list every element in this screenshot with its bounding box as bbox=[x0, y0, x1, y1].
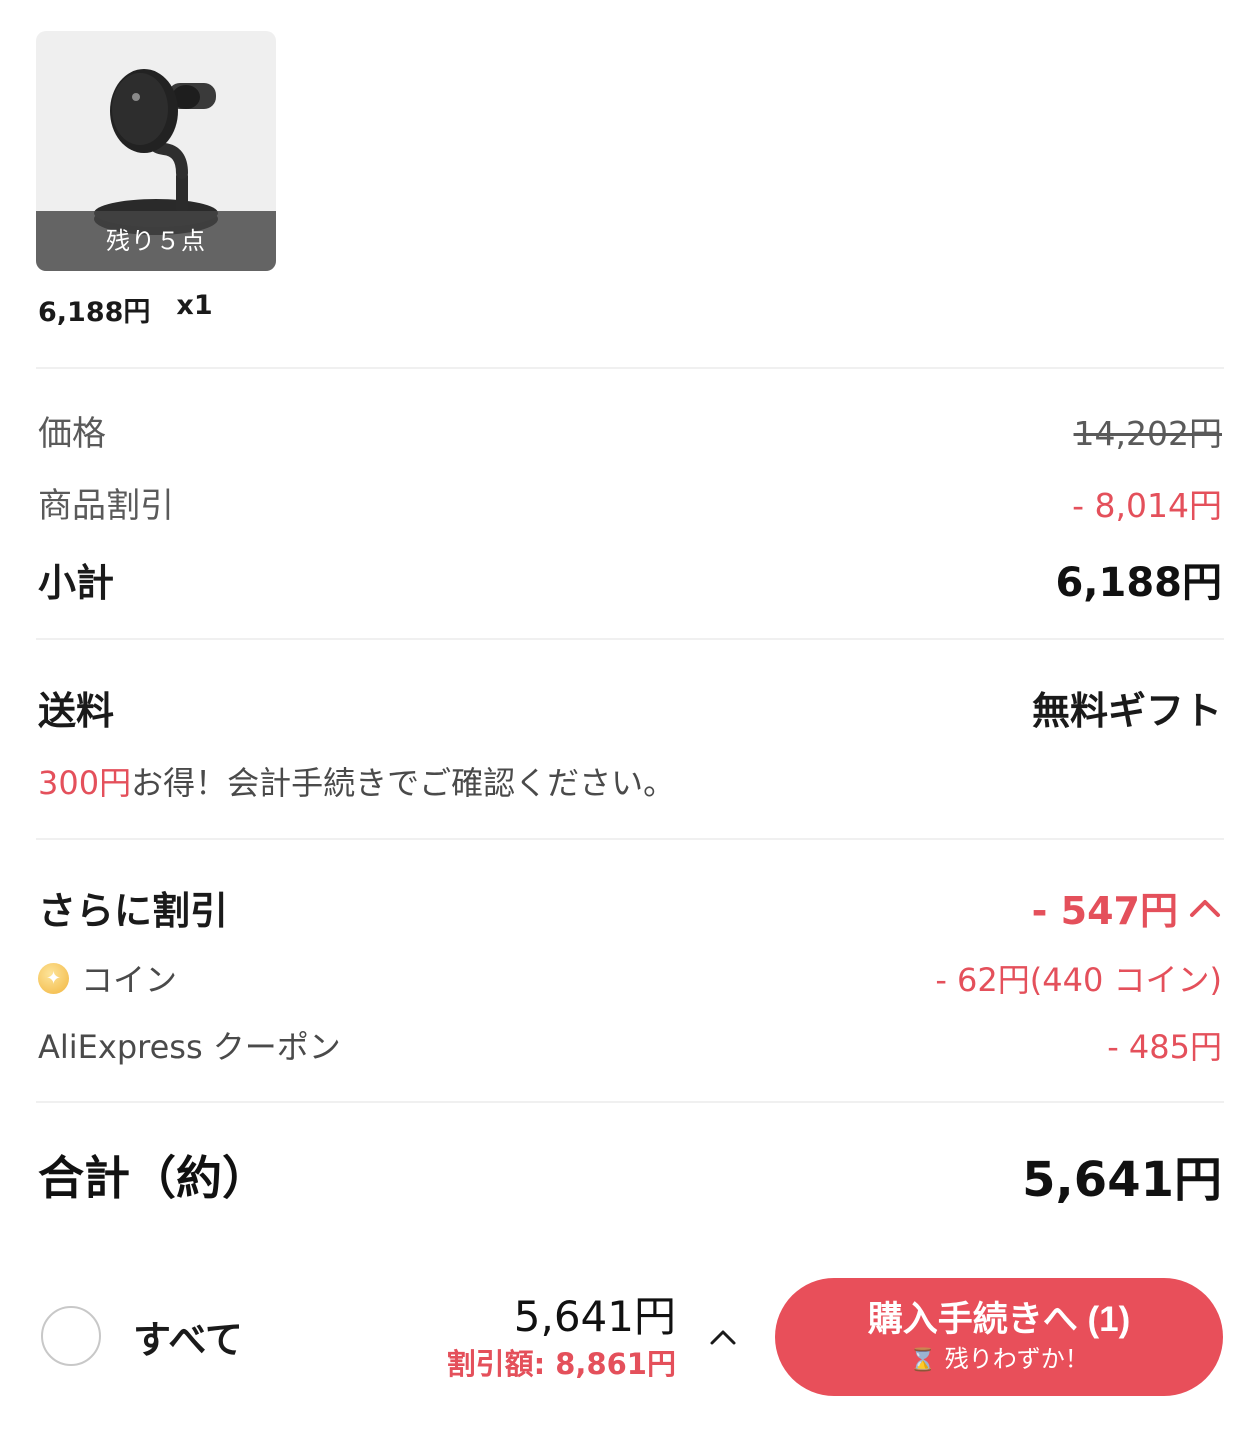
extra-discount-row[interactable]: さらに割引 - 547円 bbox=[38, 880, 1222, 935]
extra-discount-value: - 547円 bbox=[1031, 889, 1178, 933]
product-discount-value: - 8,014円 bbox=[1072, 485, 1222, 525]
hourglass-icon: ⌛ bbox=[909, 1347, 937, 1372]
coupon-row: AliExpress クーポン - 485円 bbox=[38, 1022, 1222, 1068]
product-price-line: 6,188円 x1 bbox=[38, 290, 213, 329]
product-discount-row: 商品割引 - 8,014円 bbox=[38, 478, 1222, 527]
shipping-note-text: お得！会計手続きでご確認ください。 bbox=[131, 764, 676, 802]
bottom-saved-amount: 割引額: 8,861円 bbox=[446, 1347, 676, 1381]
price-label: 価格 bbox=[38, 414, 106, 454]
checkout-button-sub: ⌛ 残りわずか！ bbox=[909, 1343, 1088, 1377]
shipping-note-amount: 300円 bbox=[38, 764, 132, 802]
total-row: 合計（約） 5,641円 bbox=[38, 1140, 1222, 1210]
coupon-label: AliExpress クーポン bbox=[38, 1028, 341, 1066]
coupon-value: - 485円 bbox=[1107, 1028, 1222, 1066]
expand-summary-button[interactable] bbox=[708, 1320, 738, 1355]
divider bbox=[36, 1101, 1224, 1103]
divider bbox=[36, 838, 1224, 840]
coin-label: コイン bbox=[81, 961, 178, 999]
divider bbox=[36, 367, 1224, 369]
select-all[interactable]: すべて bbox=[41, 1306, 243, 1366]
checkout-button-sublabel: 残りわずか！ bbox=[944, 1346, 1089, 1373]
original-price: 14,202円 bbox=[1073, 413, 1222, 453]
extra-discount-label: さらに割引 bbox=[38, 889, 229, 933]
coin-icon: ✦ bbox=[38, 962, 69, 994]
stock-remaining-badge: 残り５点 bbox=[36, 211, 276, 271]
extra-discount-toggle[interactable]: - 547円 bbox=[1032, 880, 1222, 935]
subtotal-value: 6,188円 bbox=[1055, 560, 1222, 606]
total-label: 合計（約） bbox=[38, 1151, 268, 1205]
select-all-radio[interactable] bbox=[41, 1306, 101, 1366]
divider bbox=[36, 638, 1224, 640]
checkout-button[interactable]: 購入手続きへ (1) ⌛ 残りわずか！ bbox=[775, 1278, 1223, 1396]
subtotal-row: 小計 6,188円 bbox=[38, 550, 1222, 608]
coin-row: ✦ コイン - 62円(440 コイン) bbox=[38, 955, 1222, 1001]
subtotal-label: 小計 bbox=[38, 560, 115, 605]
coin-label-group: ✦ コイン bbox=[38, 955, 177, 1001]
total-value: 5,641円 bbox=[1022, 1152, 1222, 1208]
product-quantity: x1 bbox=[176, 290, 213, 321]
checkout-button-label: 購入手続きへ (1) bbox=[867, 1300, 1131, 1339]
bottom-total-amount: 5,641円 bbox=[513, 1292, 676, 1341]
price-row: 価格 14,202円 bbox=[38, 406, 1222, 455]
coin-value: - 62円(440 コイン) bbox=[935, 961, 1222, 999]
shipping-note: 300円お得！会計手続きでご確認ください。 bbox=[38, 758, 675, 804]
bottom-total: 5,641円 割引額: 8,861円 bbox=[447, 1290, 676, 1384]
select-all-label: すべて bbox=[133, 1317, 243, 1362]
product-price: 6,188円 bbox=[38, 297, 151, 328]
product-discount-label: 商品割引 bbox=[38, 486, 174, 526]
cart-summary-page: 残り５点 6,188円 x1 価格 14,202円 商品割引 - 8,014円 … bbox=[0, 0, 1260, 1454]
shipping-label: 送料 bbox=[38, 689, 115, 733]
shipping-value: 無料ギフト bbox=[1031, 689, 1222, 733]
chevron-up-icon bbox=[710, 1330, 736, 1345]
shipping-row: 送料 無料ギフト bbox=[38, 680, 1222, 735]
product-image[interactable]: 残り５点 bbox=[36, 31, 276, 271]
chevron-up-icon bbox=[1190, 899, 1220, 917]
